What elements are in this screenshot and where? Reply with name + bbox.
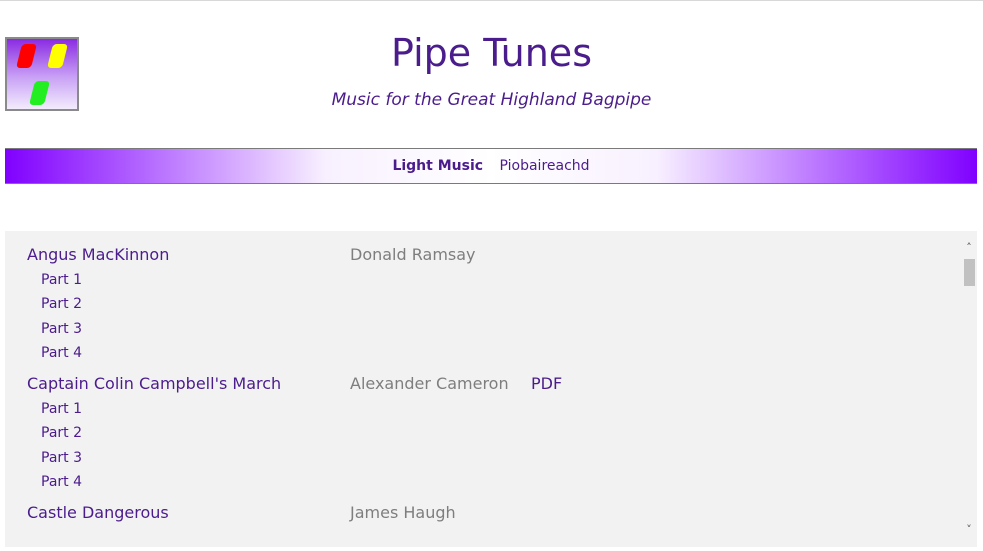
tune-part-link[interactable]: Part 3 — [41, 319, 82, 339]
tune-row: Castle Dangerous James Haugh — [5, 501, 945, 525]
scrollbar-thumb[interactable] — [964, 259, 975, 286]
tune-pdf-link[interactable]: PDF — [531, 372, 562, 396]
tune-part-link[interactable]: Part 4 — [41, 472, 82, 492]
tune-composer: Alexander Cameron — [350, 374, 509, 393]
nav-light-music[interactable]: Light Music — [392, 158, 483, 174]
tune-part-link[interactable]: Part 4 — [41, 343, 82, 363]
nav-bar: Light Music Piobaireachd — [5, 148, 977, 184]
tune-name-link[interactable]: Angus MacKinnon — [27, 243, 169, 267]
tune-part-link[interactable]: Part 1 — [41, 270, 82, 290]
page-title: Pipe Tunes — [390, 31, 592, 75]
vertical-scrollbar[interactable]: ˄ ˅ — [961, 231, 977, 547]
chevron-down-icon[interactable]: ˅ — [961, 521, 977, 539]
tune-part-link[interactable]: Part 2 — [41, 423, 82, 443]
tune-composer: Donald Ramsay — [350, 245, 476, 264]
page-subtitle: Music for the Great Highland Bagpipe — [331, 90, 652, 110]
chevron-up-icon[interactable]: ˄ — [961, 239, 977, 257]
tune-list[interactable]: Angus MacKinnon Donald Ramsay Part 1 Par… — [5, 231, 977, 547]
tune-row: Captain Colin Campbell's March Alexander… — [5, 372, 945, 396]
tune-part-link[interactable]: Part 3 — [41, 448, 82, 468]
tune-part-link[interactable]: Part 2 — [41, 294, 82, 314]
nav-piobaireachd[interactable]: Piobaireachd — [500, 158, 590, 174]
tune-name-link[interactable]: Castle Dangerous — [27, 501, 169, 525]
tune-name-link[interactable]: Captain Colin Campbell's March — [27, 372, 281, 396]
tune-composer: James Haugh — [350, 503, 456, 522]
top-border — [0, 0, 983, 1]
tune-row: Angus MacKinnon Donald Ramsay — [5, 243, 945, 267]
tune-part-link[interactable]: Part 1 — [41, 399, 82, 419]
